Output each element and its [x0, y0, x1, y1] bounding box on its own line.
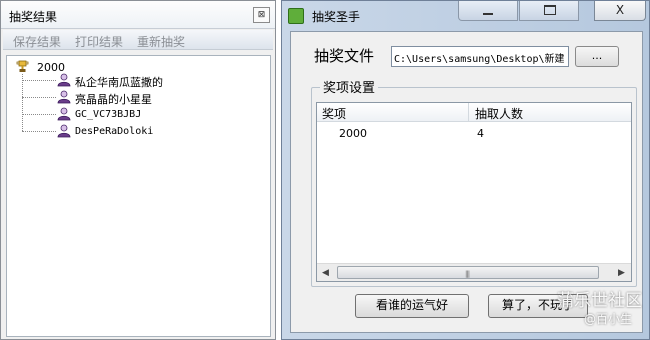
browse-button[interactable]: ...	[575, 46, 619, 67]
draw-lottery-button[interactable]: 看谁的运气好	[355, 294, 469, 318]
close-button[interactable]: X	[594, 1, 646, 21]
prize-cell: 2000	[339, 127, 367, 140]
scroll-thumb[interactable]: |||	[337, 266, 599, 279]
horizontal-scrollbar[interactable]: ◀ ||| ▶	[317, 263, 631, 281]
column-header-count[interactable]: 抽取人数	[470, 103, 631, 122]
menu-print-results[interactable]: 打印结果	[75, 33, 123, 50]
menu-redraw[interactable]: 重新抽奖	[137, 33, 185, 50]
maximize-button[interactable]	[519, 1, 579, 21]
lottery-window-title: 抽奖圣手	[312, 10, 361, 24]
file-label: 抽奖文件	[314, 47, 375, 65]
tree-connector	[22, 74, 23, 131]
results-window-title: 抽奖结果	[9, 10, 58, 24]
trophy-icon	[16, 60, 29, 72]
tree-winner-label[interactable]: 私企华南瓜蓝撒的	[75, 74, 163, 90]
minimize-button[interactable]	[458, 1, 518, 21]
tree-winner-label[interactable]: 亮晶晶的小星星	[75, 91, 152, 107]
scroll-grip-icon: |||	[465, 270, 470, 278]
prize-list: 奖项 抽取人数 2000 4 ◀ ||| ▶	[316, 102, 632, 282]
winner-avatar-icon	[57, 90, 71, 104]
group-label: 奖项设置	[320, 77, 379, 96]
results-title-bar: 抽奖结果 ⊠	[1, 1, 275, 29]
scroll-left-icon[interactable]: ◀	[322, 268, 329, 278]
tree-connector	[22, 97, 56, 98]
results-tree: 2000 私企华南瓜蓝撒的 亮晶晶的小星星 GC_VC73BJBJ DesPeR…	[6, 55, 271, 337]
count-cell: 4	[477, 127, 484, 140]
tree-winner-label[interactable]: DesPeRaDoloki	[75, 126, 153, 137]
table-row[interactable]: 2000 4	[317, 125, 631, 143]
tree-winner-label[interactable]: GC_VC73BJBJ	[75, 109, 141, 120]
app-icon	[288, 8, 304, 24]
watermark-sub: @百小生	[584, 312, 633, 326]
tree-connector	[22, 131, 56, 132]
tree-connector	[22, 80, 56, 81]
watermark: 蒲乐世社区	[557, 291, 642, 311]
winner-avatar-icon	[57, 73, 71, 87]
menu-save-results[interactable]: 保存结果	[13, 33, 61, 50]
tree-connector	[22, 114, 56, 115]
winner-avatar-icon	[57, 107, 71, 121]
minimize-icon	[483, 13, 493, 15]
prize-list-header: 奖项 抽取人数	[317, 103, 631, 122]
results-window: 抽奖结果 ⊠ 保存结果 打印结果 重新抽奖 2000 私企华南瓜蓝撒的 亮晶晶的…	[0, 0, 276, 340]
results-close-button[interactable]: ⊠	[253, 7, 270, 23]
maximize-icon	[544, 5, 556, 15]
results-menubar: 保存结果 打印结果 重新抽奖	[3, 30, 273, 50]
column-header-prize[interactable]: 奖项	[317, 103, 469, 122]
winner-avatar-icon	[57, 124, 71, 138]
scroll-right-icon[interactable]: ▶	[618, 268, 625, 278]
file-path-field[interactable]: C:\Users\samsung\Desktop\新建	[391, 46, 569, 67]
